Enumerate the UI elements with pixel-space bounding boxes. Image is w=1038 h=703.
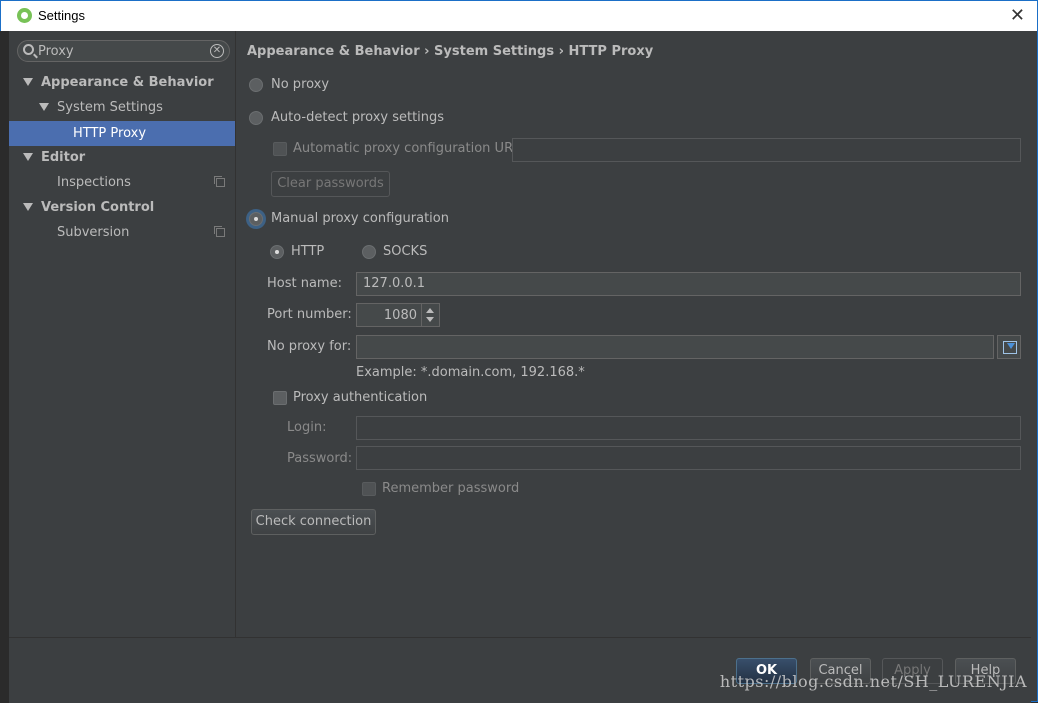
sidebar-item-system-settings[interactable]: System Settings — [9, 95, 235, 120]
stepper-arrows[interactable] — [421, 304, 439, 326]
sidebar-item-version-control[interactable]: Version Control — [9, 195, 235, 220]
project-settings-icon — [214, 226, 225, 237]
stepper-down-icon[interactable] — [426, 317, 434, 322]
search-box[interactable]: ✕ — [17, 40, 230, 62]
host-name-field[interactable]: 127.0.0.1 — [356, 272, 1021, 296]
clear-passwords-button[interactable]: Clear passwords — [271, 171, 390, 197]
expand-arrow-icon[interactable] — [23, 153, 33, 161]
sidebar-item-label: System Settings — [57, 100, 163, 115]
manual-proxy-radio[interactable] — [249, 212, 263, 226]
auto-detect-label: Auto-detect proxy settings — [271, 110, 445, 125]
breadcrumb: Appearance & Behavior › System Settings … — [247, 44, 654, 59]
expand-field-icon[interactable] — [997, 335, 1021, 359]
http-label: HTTP — [291, 244, 325, 259]
sidebar-item-subversion[interactable]: Subversion — [9, 220, 235, 245]
proxy-authentication-checkbox[interactable] — [273, 391, 287, 405]
remember-password-checkbox[interactable] — [362, 482, 376, 496]
sidebar-item-label: Subversion — [57, 225, 130, 240]
clear-search-icon[interactable]: ✕ — [210, 44, 224, 58]
manual-proxy-label: Manual proxy configuration — [271, 211, 449, 226]
auto-proxy-url-label: Automatic proxy configuration URL: — [293, 141, 525, 156]
port-number-stepper[interactable]: 1080 — [356, 303, 440, 327]
settings-dialog: Settings ✕ ✕ Appearance & Behavior Syste… — [0, 0, 1038, 703]
check-connection-button[interactable]: Check connection — [251, 509, 376, 535]
login-field[interactable] — [356, 416, 1021, 440]
no-proxy-for-field[interactable] — [356, 335, 994, 359]
no-proxy-label: No proxy — [271, 77, 330, 92]
title-bar: Settings ✕ — [1, 1, 1037, 31]
login-label: Login: — [287, 420, 327, 435]
sidebar-item-label: Editor — [41, 150, 86, 165]
settings-sidebar: ✕ Appearance & Behavior System Settings … — [9, 31, 236, 637]
expand-arrow-icon[interactable] — [23, 203, 33, 211]
no-proxy-example-text: Example: *.domain.com, 192.168.* — [356, 365, 585, 380]
stepper-up-icon[interactable] — [426, 308, 434, 313]
search-input[interactable] — [38, 42, 206, 60]
no-proxy-for-label: No proxy for: — [267, 339, 352, 354]
auto-detect-radio[interactable] — [249, 111, 263, 125]
android-studio-icon — [17, 8, 32, 23]
auto-proxy-url-field[interactable] — [512, 138, 1021, 162]
auto-proxy-url-checkbox[interactable] — [273, 142, 287, 156]
sidebar-item-inspections[interactable]: Inspections — [9, 170, 235, 195]
settings-content: Appearance & Behavior › System Settings … — [237, 31, 1031, 637]
sidebar-item-label: HTTP Proxy — [73, 126, 147, 141]
sidebar-item-label: Version Control — [41, 200, 155, 215]
expand-arrow-icon[interactable] — [39, 103, 49, 111]
port-number-label: Port number: — [267, 307, 352, 322]
port-number-value: 1080 — [383, 308, 417, 323]
expand-arrow-icon[interactable] — [23, 78, 33, 86]
socks-radio[interactable] — [362, 245, 376, 259]
close-icon[interactable]: ✕ — [1010, 5, 1025, 26]
window-title: Settings — [38, 8, 85, 23]
project-settings-icon — [214, 176, 225, 187]
search-icon — [23, 44, 34, 55]
sidebar-item-label: Inspections — [57, 175, 131, 190]
proxy-authentication-label: Proxy authentication — [293, 390, 428, 405]
sidebar-item-editor[interactable]: Editor — [9, 145, 235, 170]
socks-label: SOCKS — [383, 244, 428, 259]
sidebar-item-label: Appearance & Behavior — [41, 75, 214, 90]
dialog-footer: OK Cancel Apply Help — [9, 637, 1031, 703]
password-label: Password: — [287, 451, 353, 466]
watermark-text: https://blog.csdn.net/SH_LURENJIA — [719, 672, 1027, 691]
password-field[interactable] — [356, 446, 1021, 470]
sidebar-item-appearance-behavior[interactable]: Appearance & Behavior — [9, 70, 235, 95]
http-radio[interactable] — [270, 245, 284, 259]
host-name-label: Host name: — [267, 276, 342, 291]
sidebar-item-http-proxy[interactable]: HTTP Proxy — [9, 121, 235, 146]
background-editor-strip — [0, 31, 9, 703]
no-proxy-radio[interactable] — [249, 78, 263, 92]
remember-password-label: Remember password — [382, 481, 520, 496]
